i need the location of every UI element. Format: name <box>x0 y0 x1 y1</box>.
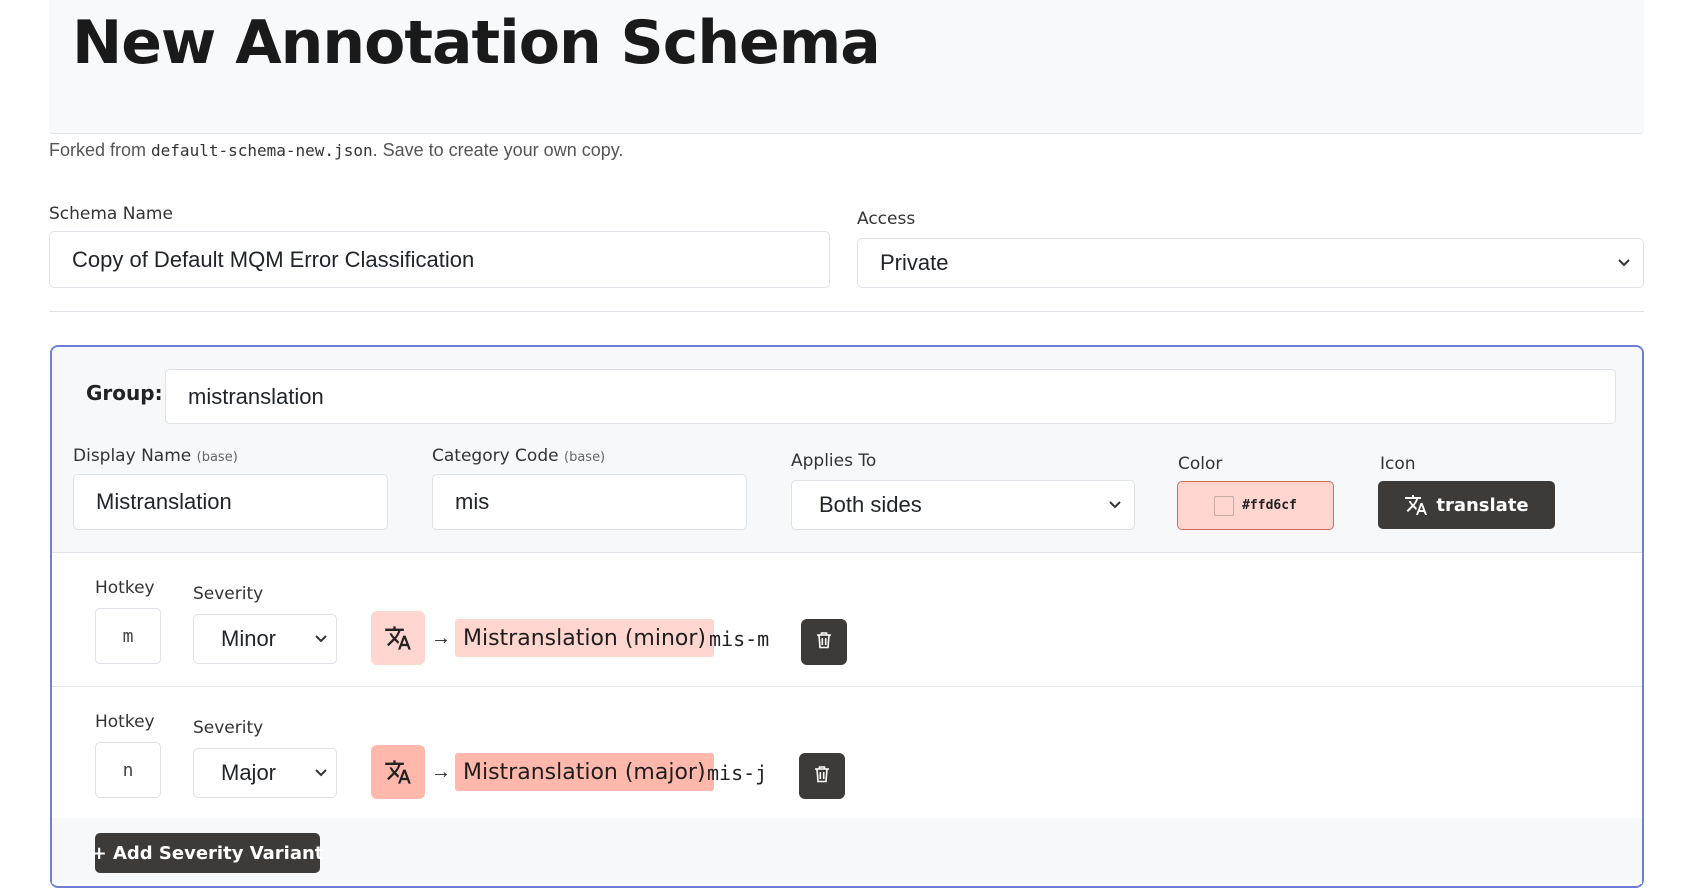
color-hex: #ffd6cf <box>1242 498 1297 513</box>
forked-prefix: Forked from <box>49 140 152 160</box>
preview-icon-badge <box>371 611 425 665</box>
applies-to-select[interactable]: Both sides <box>791 480 1135 530</box>
variant-code: mis-m <box>709 627 770 651</box>
chevron-down-icon <box>1617 255 1631 271</box>
trash-icon <box>816 631 832 654</box>
schema-name-value: Copy of Default MQM Error Classification <box>72 246 475 272</box>
display-name-input[interactable]: Mistranslation <box>73 474 388 530</box>
hotkey-input[interactable]: n <box>95 742 161 798</box>
translate-icon <box>1404 493 1428 517</box>
access-select[interactable]: Private <box>857 238 1644 288</box>
severity-value: Minor <box>221 626 277 651</box>
icon-value: translate <box>1436 494 1529 516</box>
page-title: New Annotation Schema <box>72 8 881 78</box>
arrow: → <box>431 627 451 649</box>
group-name-value: mistranslation <box>188 383 324 409</box>
group-label: Group: <box>86 381 163 405</box>
forked-suffix: . Save to create your own copy. <box>372 140 624 160</box>
display-name-label-text: Display Name <box>73 446 192 466</box>
divider <box>49 311 1644 312</box>
severity-label: Severity <box>193 584 264 604</box>
icon-picker-button[interactable]: translate <box>1378 481 1555 529</box>
delete-variant-button[interactable] <box>799 753 845 799</box>
schema-name-label: Schema Name <box>49 204 173 224</box>
group-name-input[interactable]: mistranslation <box>165 369 1616 424</box>
hotkey-value: n <box>122 759 134 781</box>
translate-icon <box>384 758 412 786</box>
variant-code: mis-j <box>707 761 768 785</box>
delete-variant-button[interactable] <box>801 619 847 665</box>
icon-label: Icon <box>1380 454 1416 474</box>
hotkey-label: Hotkey <box>95 578 155 598</box>
forked-note: Forked from default-schema-new.json. Sav… <box>49 140 623 161</box>
display-name-value: Mistranslation <box>96 489 232 514</box>
chevron-down-icon <box>314 631 328 647</box>
hotkey-label: Hotkey <box>95 712 155 732</box>
arrow: → <box>431 761 451 783</box>
severity-select[interactable]: Minor <box>193 614 337 664</box>
access-label: Access <box>857 209 916 229</box>
translate-icon <box>384 624 412 652</box>
forked-file: default-schema-new.json <box>151 141 373 160</box>
severity-label: Severity <box>193 718 264 738</box>
schema-name-input[interactable]: Copy of Default MQM Error Classification <box>49 231 830 288</box>
access-value: Private <box>880 250 949 275</box>
preview-label: Mistranslation (major) <box>455 753 714 791</box>
add-severity-variant-button[interactable]: + Add Severity Variant <box>92 833 323 873</box>
severity-select[interactable]: Major <box>193 748 337 798</box>
color-picker-button[interactable]: #ffd6cf <box>1177 481 1334 530</box>
trash-icon <box>814 765 830 788</box>
chevron-down-icon <box>1108 497 1122 513</box>
applies-to-value: Both sides <box>819 492 922 517</box>
category-code-label: Category Code (base) <box>432 446 605 466</box>
display-name-hint: (base) <box>196 450 238 465</box>
color-swatch <box>1214 495 1235 516</box>
chevron-down-icon <box>314 765 328 781</box>
hotkey-value: m <box>122 625 134 647</box>
preview-label: Mistranslation (minor) <box>455 619 714 657</box>
applies-to-label: Applies To <box>791 451 877 471</box>
category-code-value: mis <box>455 489 490 514</box>
hotkey-input[interactable]: m <box>95 608 161 664</box>
group-divider <box>52 552 1642 553</box>
category-code-input[interactable]: mis <box>432 474 747 530</box>
category-code-label-text: Category Code <box>432 446 559 466</box>
severity-value: Major <box>221 760 277 785</box>
color-label: Color <box>1178 454 1223 474</box>
variant-divider <box>52 686 1642 687</box>
preview-icon-badge <box>371 745 425 799</box>
display-name-label: Display Name (base) <box>73 446 238 466</box>
category-code-hint: (base) <box>564 450 606 465</box>
